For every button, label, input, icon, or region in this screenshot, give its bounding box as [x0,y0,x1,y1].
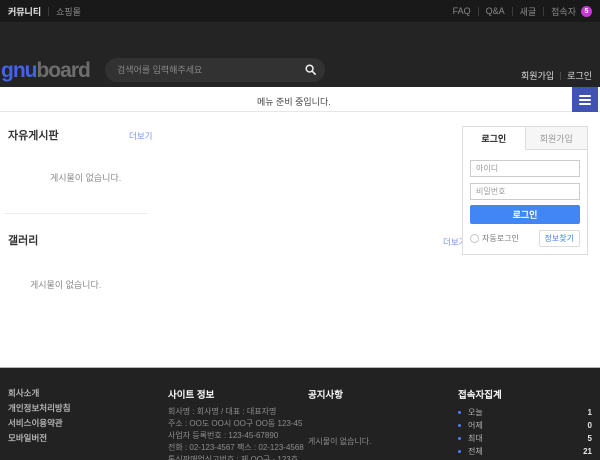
bullet-icon [458,411,461,414]
header-member-links: 회원가입 로그인 [521,69,592,82]
gallery-section-title: 갤러리 [8,232,38,248]
login-link[interactable]: 로그인 [567,69,592,82]
visitor-count-badge: 5 [581,6,592,17]
login-form: 로그인 자동로그인 정보찾기 [463,150,587,254]
topbar-link-shop[interactable]: 쇼핑몰 [56,5,81,18]
menu-placeholder-text: 메뉴 준비 중입니다. [257,95,331,108]
logo-text-board: board [36,59,89,82]
bullet-icon [458,450,461,453]
siteinfo-line: 전화 : 02-123-4567 팩스 : 02-123-4568 [168,442,304,454]
stat-label: 전체 [468,446,483,457]
footer-siteinfo-title: 사이트 정보 [168,387,214,401]
stat-row-max: 최대 5 [458,432,592,445]
visitor-stats: 오늘 1 어제 0 최대 5 전체 21 [458,406,592,458]
site-logo[interactable]: gnuboard [1,59,90,83]
search-icon [305,63,316,78]
footer-links: 회사소개 개인정보처리방침 서비스이용약관 모바일버전 [8,386,71,446]
menubar: 메뉴 준비 중입니다. [0,87,600,112]
signup-link[interactable]: 회원가입 [521,69,554,82]
login-widget: 로그인 회원가입 로그인 자동로그인 정보찾기 [462,126,588,255]
topbar-link-qna[interactable]: Q&A [486,6,505,16]
footer-notice-empty: 게시물이 없습니다. [308,436,371,447]
footer: 회사소개 개인정보처리방침 서비스이용약관 모바일버전 사이트 정보 회사명 :… [0,367,600,460]
siteinfo-line: 통신판매업신고번호 : 제 OO구 - 123호 [168,454,304,460]
login-widget-tabs: 로그인 회원가입 [463,127,587,150]
stat-label: 최대 [468,433,483,444]
tab-login[interactable]: 로그인 [463,127,525,150]
stat-value: 21 [583,447,592,456]
divider [543,7,544,16]
hamburger-icon [579,95,591,105]
stat-row-total: 전체 21 [458,445,592,458]
stat-value: 5 [588,434,592,443]
login-options: 자동로그인 정보찾기 [470,230,580,247]
divider [478,7,479,16]
stat-row-yesterday: 어제 0 [458,419,592,432]
topbar-link-visitors[interactable]: 접속자 [551,5,576,18]
divider [48,7,49,16]
stat-label: 어제 [468,420,483,431]
password-field[interactable] [470,183,580,200]
header: gnuboard 회원가입 로그인 [0,22,600,87]
search-button[interactable] [305,63,316,78]
stat-value: 0 [588,421,592,430]
footer-link-terms[interactable]: 서비스이용약관 [8,416,71,431]
topbar-link-new-posts[interactable]: 새글 [520,5,537,18]
board-more-link[interactable]: 더보기 [129,130,152,142]
login-submit-button[interactable]: 로그인 [470,205,580,224]
divider [512,7,513,16]
topbar-left-links: 커뮤니티 쇼핑몰 [8,5,81,18]
menu-toggle-button[interactable] [572,87,598,112]
footer-notice-title: 공지사항 [308,387,343,401]
logo-text-gnu: gnu [1,59,36,82]
siteinfo-line: 사업자 등록번호 : 123-45-67890 [168,430,304,442]
stat-row-today: 오늘 1 [458,406,592,419]
checkbox-icon [470,234,479,243]
auto-login-label: 자동로그인 [482,233,519,244]
search-input[interactable] [117,65,305,75]
topbar-right-links: FAQ Q&A 새글 접속자 5 [453,5,592,18]
footer-visitor-stats-title: 접속자집계 [458,387,502,401]
stat-value: 1 [588,408,592,417]
bullet-icon [458,437,461,440]
board-section-title: 자유게시판 [8,127,59,143]
section-divider [4,213,148,214]
board-empty-message: 게시물이 없습니다. [50,171,121,184]
find-info-link[interactable]: 정보찾기 [539,230,580,247]
siteinfo-line: 회사명 : 회사명 / 대표 : 대표자명 [168,406,304,418]
divider [560,72,561,80]
gallery-empty-message: 게시물이 없습니다. [30,278,101,291]
siteinfo-line: 주소 : OO도 OO시 OO구 OO동 123-45 [168,418,304,430]
footer-link-mobile[interactable]: 모바일버전 [8,431,71,446]
tab-signup[interactable]: 회원가입 [525,127,588,150]
footer-link-privacy[interactable]: 개인정보처리방침 [8,401,71,416]
footer-link-company[interactable]: 회사소개 [8,386,71,401]
footer-siteinfo: 회사명 : 회사명 / 대표 : 대표자명 주소 : OO도 OO시 OO구 O… [168,406,304,460]
user-id-field[interactable] [470,160,580,177]
topbar: 커뮤니티 쇼핑몰 FAQ Q&A 새글 접속자 5 [0,0,600,22]
page: 커뮤니티 쇼핑몰 FAQ Q&A 새글 접속자 5 gnuboard [0,0,600,460]
auto-login-checkbox[interactable]: 자동로그인 [470,233,519,244]
search-bar [105,58,325,82]
topbar-link-faq[interactable]: FAQ [453,6,471,16]
topbar-link-community[interactable]: 커뮤니티 [8,5,41,18]
bullet-icon [458,424,461,427]
stat-label: 오늘 [468,407,483,418]
